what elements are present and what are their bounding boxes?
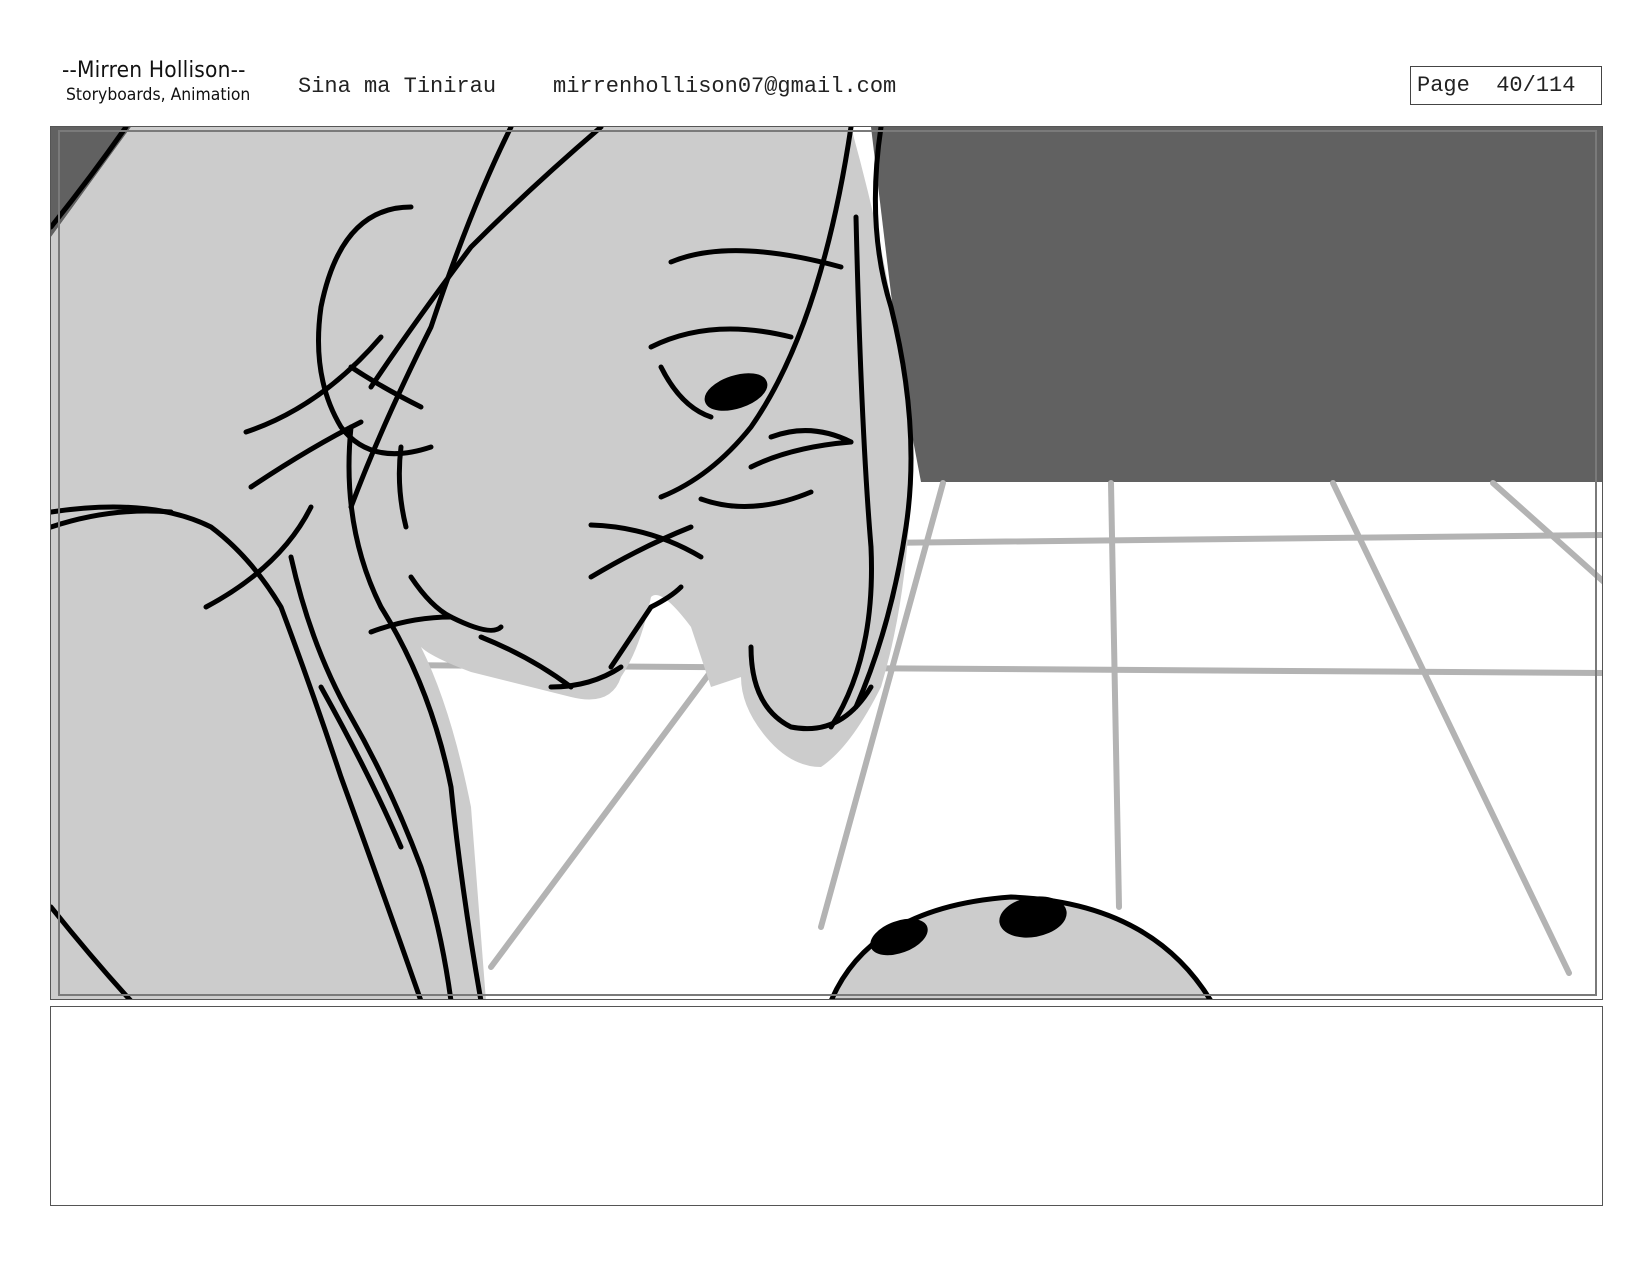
page-label: Page <box>1417 73 1470 98</box>
back-wall <box>871 127 1602 482</box>
artist-role: Storyboards, Animation <box>66 85 251 105</box>
storyboard-panel <box>50 126 1603 1000</box>
notes-box <box>50 1006 1603 1206</box>
page-number: 40/114 <box>1496 73 1576 98</box>
page-indicator: Page 40/114 <box>1410 66 1602 105</box>
artist-logo: --Mirren Hollison-- Storyboards, Animati… <box>62 58 272 105</box>
artist-name: --Mirren Hollison-- <box>62 58 246 83</box>
contact-email: mirrenhollison07@gmail.com <box>553 74 897 99</box>
project-title: Sina ma Tinirau <box>298 74 497 99</box>
panel-drawing <box>51 127 1602 999</box>
